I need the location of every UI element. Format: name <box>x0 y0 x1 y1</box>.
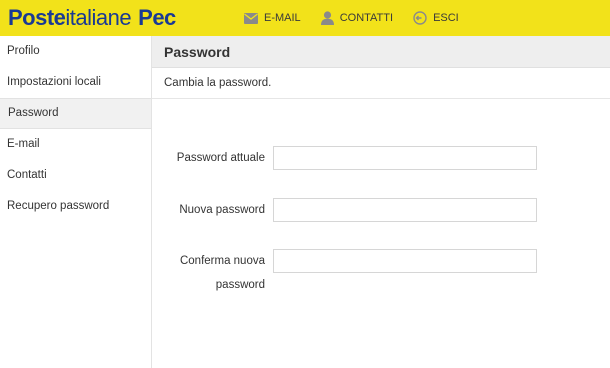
confirm-password-input[interactable] <box>273 249 537 273</box>
confirm-password-label-line1: Conferma nuova <box>179 255 265 267</box>
sidebar-item-contatti[interactable]: Contatti <box>0 160 151 191</box>
sidebar-item-email[interactable]: E-mail <box>0 129 151 160</box>
nav-email-link[interactable]: E-MAIL <box>244 12 301 24</box>
confirm-password-label-line2: password <box>215 279 265 291</box>
nav-email-label: E-MAIL <box>264 12 301 24</box>
top-nav: E-MAIL CONTATTI ESCI <box>244 0 479 36</box>
nav-esci-link[interactable]: ESCI <box>413 11 459 25</box>
confirm-password-label: Conferma nuova password <box>180 249 265 297</box>
nav-contatti-link[interactable]: CONTATTI <box>320 11 394 25</box>
top-bar: Poste italiane Pec E-MAIL CONTATTI ESCI <box>0 0 610 36</box>
sidebar-item-impostazioni-locali[interactable]: Impostazioni locali <box>0 67 151 98</box>
person-icon <box>320 11 334 25</box>
logo-poste-text: Poste <box>8 5 66 30</box>
main-panel: Password Cambia la password. Password at… <box>152 36 610 368</box>
poste-italiane-pec-logo[interactable]: Poste italiane Pec <box>8 5 176 31</box>
sidebar-item-profilo[interactable]: Profilo <box>0 36 151 67</box>
page-description: Cambia la password. <box>152 68 610 99</box>
new-password-input[interactable] <box>273 198 537 222</box>
logo-italiane-text: italiane <box>65 5 132 30</box>
nav-esci-label: ESCI <box>433 12 459 24</box>
logout-icon <box>413 11 427 25</box>
sidebar-item-recupero-password[interactable]: Recupero password <box>0 191 151 222</box>
current-password-input[interactable] <box>273 146 537 170</box>
current-password-label: Password attuale <box>176 152 265 164</box>
sidebar: Profilo Impostazioni locali Password E-m… <box>0 36 152 368</box>
nav-contatti-label: CONTATTI <box>339 12 394 24</box>
new-password-label: Nuova password <box>179 204 265 216</box>
logo-pec-text: Pec <box>138 5 176 30</box>
page-title: Password <box>152 36 610 68</box>
sidebar-item-password[interactable]: Password <box>0 98 151 129</box>
envelope-icon <box>244 12 258 24</box>
